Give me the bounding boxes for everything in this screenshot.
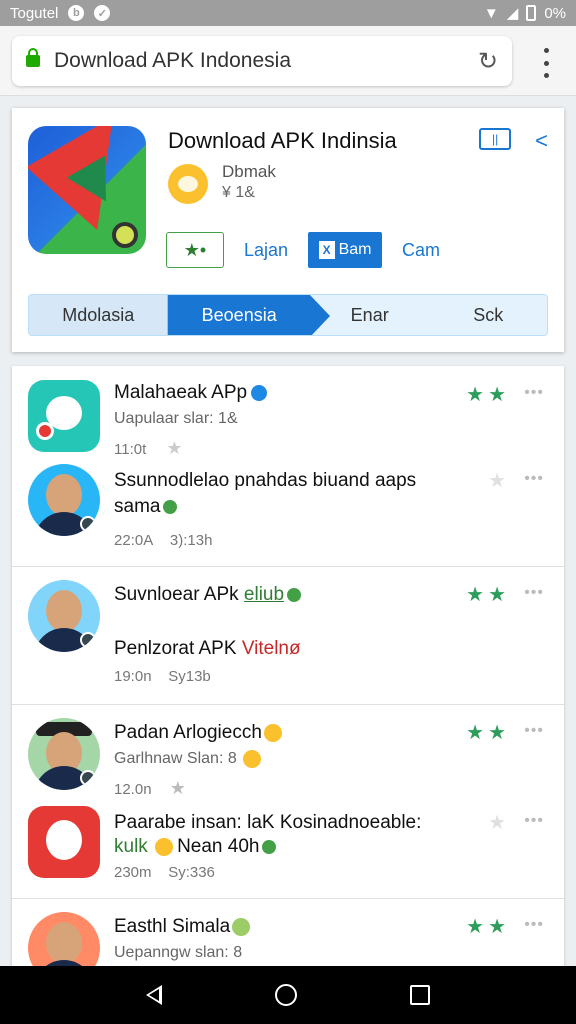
reload-icon[interactable]: ↻ bbox=[478, 47, 498, 76]
item-subtitle: Penlzorat APK Vitelnø bbox=[114, 638, 301, 659]
recents-icon[interactable] bbox=[409, 985, 430, 1005]
leaf-icon bbox=[163, 499, 178, 514]
browser-toolbar: Download APK Indonesia ↻ bbox=[0, 26, 576, 96]
app-list: Malahaeak APp Uapulaar slar: 1& 11:0t ★ … bbox=[12, 366, 564, 966]
learn-link[interactable]: Lajan bbox=[244, 240, 288, 261]
app-header-card: Download APK Indinsia || < Dbmak ¥ 1& ★•… bbox=[12, 108, 564, 352]
verified-icon bbox=[251, 384, 268, 401]
category-tabs: Mdolasia Beoensia Enar Sck bbox=[28, 294, 548, 336]
developer-avatar bbox=[168, 164, 208, 204]
battery-icon bbox=[526, 5, 537, 21]
status-bar: Togutel b ✓ ▼ ◢ 0% bbox=[0, 0, 576, 26]
tab-4[interactable]: Sck bbox=[429, 295, 547, 335]
home-icon[interactable] bbox=[274, 984, 297, 1006]
secondary-link[interactable]: Cam bbox=[402, 240, 440, 261]
item-title: Suvnloear APk eliub bbox=[114, 584, 302, 606]
more-options-icon[interactable]: ••• bbox=[524, 384, 544, 402]
item-subtitle: Uepanngw slan: 8 bbox=[114, 944, 243, 961]
item-title: Padan Arlogiecch bbox=[114, 722, 282, 744]
more-options-icon[interactable]: ••• bbox=[524, 470, 544, 488]
tab-2-active[interactable]: Beoensia bbox=[168, 295, 331, 335]
item-meta: 11:0t ★ bbox=[114, 438, 183, 458]
developer-subtitle: ¥ 1& bbox=[222, 184, 255, 201]
carrier-label: Togutel bbox=[10, 4, 59, 22]
notification-icon: b bbox=[68, 5, 85, 21]
address-bar[interactable]: Download APK Indonesia ↻ bbox=[12, 36, 512, 86]
item-subtitle: Garlhnaw Slan: 8 bbox=[114, 750, 261, 768]
url-text[interactable]: Download APK Indonesia bbox=[54, 49, 478, 73]
item-meta: 12.0n ★ bbox=[114, 778, 186, 798]
kebab-menu-icon[interactable] bbox=[534, 48, 558, 78]
more-options-icon[interactable]: ••• bbox=[524, 812, 544, 830]
item-title: Ssunnodlelao pnahdas biuand aaps bbox=[114, 470, 417, 491]
bookmark-icon[interactable]: || bbox=[479, 128, 512, 150]
item-title: Easthl Simala bbox=[114, 916, 251, 938]
emoji-icon bbox=[263, 723, 282, 742]
item-title: Paarabe insan: laK Kosinadnoeable: bbox=[114, 812, 422, 833]
lock-icon bbox=[26, 48, 40, 67]
rating-stars: ★★ bbox=[466, 722, 510, 744]
more-options-icon[interactable]: ••• bbox=[524, 584, 544, 602]
item-subtitle: Uapulaar slar: 1& bbox=[114, 410, 238, 427]
rating-stars: ★★ bbox=[466, 384, 510, 406]
rating-stars: ★ bbox=[488, 812, 510, 834]
rating-stars: ★★ bbox=[466, 916, 510, 938]
share-icon[interactable]: < bbox=[535, 128, 548, 154]
more-options-icon[interactable]: ••• bbox=[524, 916, 544, 934]
emoji-icon bbox=[242, 750, 261, 768]
more-options-icon[interactable]: ••• bbox=[524, 722, 544, 740]
primary-button[interactable]: X Bam bbox=[308, 232, 383, 268]
item-title: Malahaeak APp bbox=[114, 382, 268, 404]
shield-icon: ✓ bbox=[94, 5, 111, 21]
app-logo-icon bbox=[28, 126, 146, 254]
developer-name[interactable]: Dbmak bbox=[222, 162, 276, 182]
rating-stars: ★★ bbox=[466, 584, 510, 606]
tab-1[interactable]: Mdolasia bbox=[29, 295, 169, 335]
x-icon: X bbox=[318, 241, 335, 259]
wifi-icon: ▼ bbox=[483, 4, 499, 22]
app-title: Download APK Indinsia bbox=[168, 128, 397, 153]
avatar bbox=[28, 464, 100, 536]
item-title-line2: sama bbox=[114, 496, 178, 518]
battery-label: 0% bbox=[544, 4, 566, 22]
star-outline-icon: ★ bbox=[169, 778, 186, 798]
mascot-icon bbox=[46, 820, 82, 860]
avatar bbox=[28, 912, 100, 966]
item-meta: 19:0n Sy13b bbox=[114, 668, 211, 685]
star-outline-icon: ★ bbox=[166, 438, 183, 458]
back-icon[interactable] bbox=[146, 985, 163, 1005]
item-subtitle: kulk Nean 40h bbox=[114, 836, 277, 858]
avatar bbox=[28, 580, 100, 652]
item-meta: 230m Sy:336 bbox=[114, 864, 215, 881]
rating-stars: ★ bbox=[488, 470, 510, 492]
app-icon bbox=[28, 806, 100, 878]
emoji-icon bbox=[232, 917, 251, 936]
system-nav-bar bbox=[0, 966, 576, 1024]
app-icon bbox=[28, 380, 100, 452]
badge-icon bbox=[287, 587, 302, 602]
signal-icon: ◢ bbox=[506, 5, 519, 22]
avatar bbox=[28, 718, 100, 790]
item-meta: 22:0A 3):13h bbox=[114, 532, 213, 549]
primary-button-label: Bam bbox=[338, 241, 372, 258]
rate-button[interactable]: ★• bbox=[166, 232, 224, 268]
